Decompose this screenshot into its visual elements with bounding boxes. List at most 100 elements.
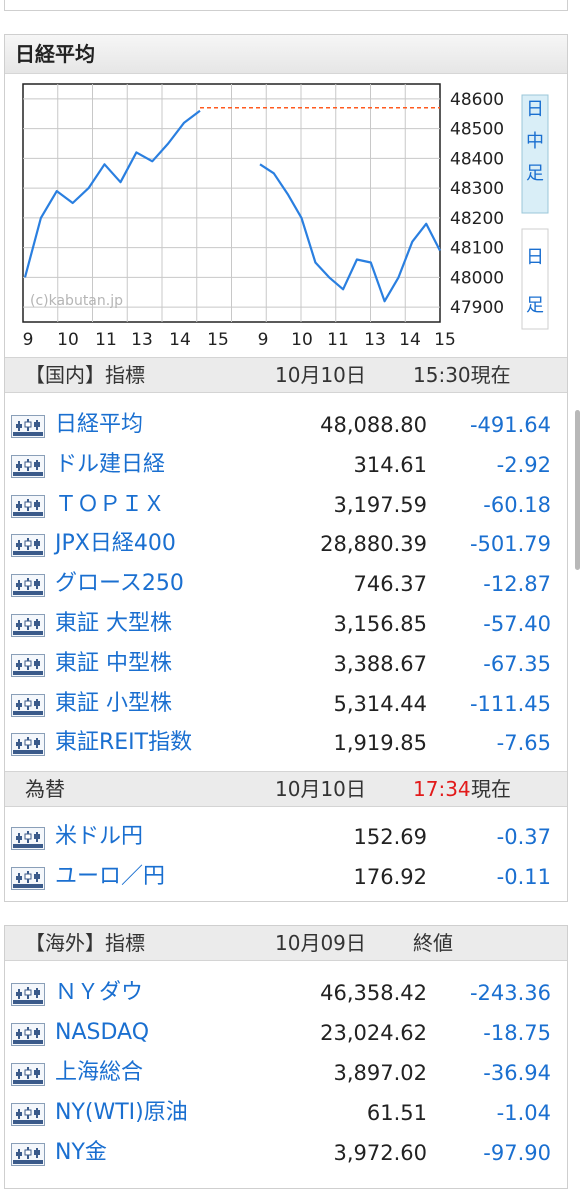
index-name-link[interactable]: NY金: [55, 1133, 107, 1173]
chart-icon[interactable]: [11, 1063, 45, 1086]
chart-icon[interactable]: [11, 454, 45, 478]
index-name-link[interactable]: グロース250: [55, 564, 184, 604]
chart-icon[interactable]: [11, 614, 45, 637]
nikkei-chart[interactable]: 48600 48500 48400 48300 48200 48100 48000 47900…: [20, 83, 556, 351]
index-change: -111.45: [469, 691, 551, 716]
chart-period-label: 中: [526, 131, 544, 152]
x-tick-label: 14: [399, 330, 421, 350]
scrollbar[interactable]: [575, 410, 580, 570]
index-row: NY(WTI)原油 61.51 -1.04: [5, 1093, 567, 1133]
index-change: -2.92: [496, 452, 551, 477]
index-row: 東証 大型株 3,156.85 -57.40: [5, 604, 567, 644]
chart-icon[interactable]: [11, 827, 45, 850]
chart-icon[interactable]: [11, 534, 45, 558]
y-tick-label: 48100: [450, 239, 504, 259]
index-name-link[interactable]: NASDAQ: [55, 1013, 149, 1053]
chart-period-label: 足: [526, 163, 544, 184]
previous-section-edge: [4, 0, 568, 11]
y-tick-label: 48600: [450, 90, 504, 110]
chart-svg: 48600 48500 48400 48300 48200 48100 48000 47900…: [22, 83, 549, 350]
index-change: -501.79: [469, 532, 551, 557]
index-value: 28,880.39: [320, 532, 427, 557]
x-tick-label: 15: [434, 330, 456, 350]
chart-icon[interactable]: [11, 415, 45, 438]
index-row: 東証 小型株 5,314.44 -111.45: [5, 684, 567, 724]
y-tick-label: 48200: [450, 209, 504, 229]
index-name-link[interactable]: 東証 中型株: [55, 644, 172, 684]
index-name-link[interactable]: 東証REIT指数: [55, 723, 192, 763]
index-value: 3,897.02: [333, 1061, 427, 1085]
y-tick-label: 48500: [450, 120, 504, 140]
chart-icon[interactable]: [11, 574, 45, 598]
chart-icon[interactable]: [11, 494, 45, 518]
chart-icon[interactable]: [11, 867, 45, 890]
index-value: 3,972.60: [333, 1141, 427, 1165]
chart-icon[interactable]: [11, 653, 45, 677]
index-value: 176.92: [353, 865, 427, 889]
index-value: 152.69: [353, 825, 427, 849]
panel-title: 日経平均: [5, 35, 567, 74]
x-tick-label: 14: [169, 330, 191, 350]
x-tick-label: 10: [57, 330, 79, 350]
overseas-date: 10月09日: [275, 931, 366, 955]
index-name-link[interactable]: ユーロ／円: [55, 857, 165, 897]
index-name-link[interactable]: ＴＯＰＩＸ: [55, 485, 165, 525]
index-name-link[interactable]: JPX日経400: [55, 524, 176, 564]
index-change: -0.37: [496, 825, 551, 849]
index-name-link[interactable]: 上海総合: [55, 1053, 143, 1093]
chart-watermark: (c)kabutan.jp: [30, 293, 123, 309]
index-row: 東証 中型株 3,388.67 -67.35: [5, 644, 567, 684]
index-name-link[interactable]: 東証 大型株: [55, 604, 172, 644]
index-value: 314.61: [353, 452, 427, 477]
index-change: -0.11: [496, 865, 551, 889]
overseas-time: 終値: [413, 931, 453, 955]
index-row: NASDAQ 23,024.62 -18.75: [5, 1013, 567, 1053]
index-name-link[interactable]: 日経平均: [55, 405, 143, 445]
chart-period-label: 日: [526, 99, 544, 120]
index-value: 61.51: [366, 1101, 427, 1125]
nikkei-panel: 日経平均 48600 48500 48400 48300 48200 48100 48000…: [4, 34, 568, 902]
chart-icon[interactable]: [11, 733, 45, 757]
chart-icon[interactable]: [11, 983, 45, 1006]
overseas-header: 【海外】指標 10月09日 終値: [5, 926, 567, 961]
index-value: 3,156.85: [333, 612, 427, 636]
index-value: 5,314.44: [333, 691, 427, 716]
index-name-link[interactable]: ＮＹダウ: [55, 973, 143, 1013]
index-name-link[interactable]: 東証 小型株: [55, 684, 172, 724]
overseas-label: 【海外】指標: [25, 931, 145, 955]
index-value: 1,919.85: [333, 731, 427, 756]
fx-header: 為替 10月10日 17:34 現在: [5, 771, 567, 807]
chart-icon[interactable]: [11, 1023, 45, 1046]
index-row: ＴＯＰＩＸ 3,197.59 -60.18: [5, 485, 567, 525]
index-change: -57.40: [483, 612, 551, 636]
x-tick-label: 9: [258, 330, 269, 350]
index-row: 日経平均 48,088.80 -491.64: [5, 405, 567, 445]
y-tick-label: 47900: [450, 298, 504, 318]
index-name-link[interactable]: ドル建日経: [55, 445, 165, 485]
index-value: 3,388.67: [333, 651, 427, 676]
index-value: 746.37: [353, 572, 427, 597]
fx-date: 10月10日: [275, 777, 366, 801]
x-tick-label: 13: [364, 330, 386, 350]
chart-icon[interactable]: [11, 693, 45, 717]
index-name-link[interactable]: 米ドル円: [55, 817, 143, 857]
index-value: 3,197.59: [333, 492, 427, 517]
x-tick-label: 15: [207, 330, 229, 350]
domestic-header: 【国内】指標 10月10日 15:30現在: [5, 357, 567, 393]
index-change: -7.65: [496, 731, 551, 756]
index-row: 東証REIT指数 1,919.85 -7.65: [5, 723, 567, 763]
index-name-link[interactable]: NY(WTI)原油: [55, 1093, 188, 1133]
chart-icon[interactable]: [11, 1143, 45, 1166]
y-tick-label: 48000: [450, 268, 504, 288]
overseas-panel: 【海外】指標 10月09日 終値 ＮＹダウ 46,358.42 -243.36 NAS…: [4, 925, 568, 1189]
index-row: NY金 3,972.60 -97.90: [5, 1133, 567, 1173]
index-value: 48,088.80: [320, 413, 427, 437]
y-tick-label: 48400: [450, 149, 504, 169]
index-change: -36.94: [483, 1061, 551, 1085]
index-value: 46,358.42: [320, 981, 427, 1005]
index-change: -18.75: [483, 1021, 551, 1045]
index-change: -491.64: [469, 413, 551, 437]
index-change: -97.90: [483, 1141, 551, 1165]
chart-icon[interactable]: [11, 1103, 45, 1126]
index-row: ドル建日経 314.61 -2.92: [5, 445, 567, 485]
